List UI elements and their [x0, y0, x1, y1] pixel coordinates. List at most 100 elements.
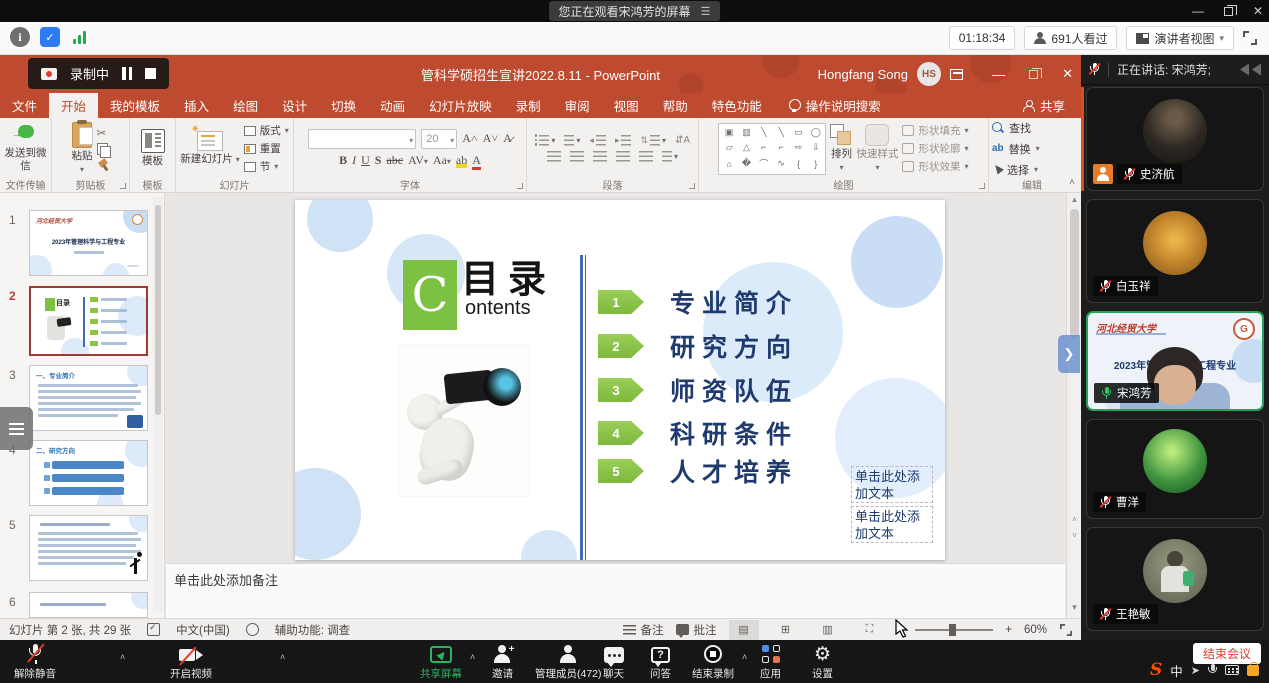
decrease-indent-button[interactable]: ◂ [589, 135, 606, 146]
ribbon-display-options-icon[interactable] [950, 69, 963, 80]
participant-tile-shijihang[interactable]: 史济航 [1086, 87, 1264, 191]
line-spacing-button[interactable]: ⇅▾ [640, 135, 666, 146]
view-mode-dropdown[interactable]: 演讲者视图 ▾ [1126, 26, 1234, 50]
tab-draw[interactable]: 绘图 [221, 93, 270, 118]
layout-button[interactable]: 版式▾ [244, 123, 289, 138]
change-case-button[interactable]: Aa▾ [433, 153, 451, 168]
font-size-input[interactable]: 20▾ [421, 129, 457, 149]
scroll-up-arrow[interactable]: ▲ [1067, 195, 1082, 204]
text-placeholder-2[interactable]: 单击此处添加文本 [851, 506, 933, 543]
thumbnail-scrollbar[interactable] [153, 197, 163, 613]
new-slide-button[interactable]: 新建幻灯片 ▾ [180, 121, 239, 177]
slide-thumbnail-2-selected[interactable]: 目录 [29, 286, 148, 356]
tab-review[interactable]: 审阅 [553, 93, 602, 118]
vertical-scrollbar[interactable]: ▲ ˄ ˅ ▼ [1066, 193, 1081, 618]
notes-pane[interactable]: 单击此处添加备注 [166, 563, 1065, 618]
align-center-button[interactable] [570, 151, 584, 162]
meeting-info-icon[interactable]: i [10, 27, 30, 47]
zoom-in-button[interactable]: + [1005, 624, 1012, 636]
zoom-out-button[interactable]: − [897, 624, 904, 636]
camera-person-image[interactable] [399, 346, 529, 496]
manage-members-button[interactable]: 管理成员(472) [535, 644, 602, 681]
bold-button[interactable]: B [339, 153, 347, 168]
grow-font-button[interactable]: A˄ [462, 131, 477, 146]
ime-arrow-icon[interactable]: ➤ [1191, 664, 1200, 677]
zoom-slider-thumb[interactable] [949, 624, 956, 636]
text-direction-button[interactable]: ⇵A [675, 135, 690, 146]
viewer-count-button[interactable]: 691人看过 [1024, 26, 1117, 50]
accessibility-status[interactable]: 辅助功能: 调查 [275, 622, 350, 638]
italic-button[interactable]: I [352, 153, 356, 168]
chat-button[interactable]: 聊天 [603, 644, 624, 681]
keyboard-icon[interactable] [1225, 665, 1239, 675]
slide-sorter-view-button[interactable]: ⊞ [771, 620, 801, 640]
highlight-button[interactable]: ab [456, 153, 467, 168]
normal-view-button[interactable]: ▤ [729, 620, 759, 640]
tab-slideshow[interactable]: 幻灯片放映 [417, 93, 504, 118]
record-options-chevron[interactable]: ˄ [742, 652, 747, 662]
slide-thumbnail-1[interactable]: 河北经贸大学 2023年管理科学与工程专业 [29, 210, 148, 276]
toc-item[interactable]: 5 人才培养 [598, 453, 798, 489]
share-options-chevron[interactable]: ˄ [470, 652, 475, 662]
template-button[interactable]: 模板 [141, 121, 165, 177]
scrollbar-thumb[interactable] [1070, 209, 1079, 339]
align-right-button[interactable] [593, 151, 607, 162]
ime-mic-icon[interactable] [1208, 664, 1217, 676]
account-area[interactable]: Hongfang Song HS [818, 55, 963, 93]
numbering-button[interactable]: ▾ [564, 135, 580, 146]
drawing-dialog-launcher[interactable] [979, 183, 985, 189]
arrange-button[interactable]: 排列▾ [830, 121, 852, 177]
justify-button[interactable] [616, 151, 630, 162]
comments-toggle[interactable]: 批注 [676, 622, 717, 638]
participant-tile-caoyang[interactable]: 曹洋 [1086, 419, 1264, 519]
tab-transitions[interactable]: 切换 [319, 93, 368, 118]
reset-button[interactable]: 重置 [244, 141, 281, 156]
tab-insert[interactable]: 插入 [172, 93, 221, 118]
ime-language-mode[interactable]: 中 [1170, 661, 1183, 680]
participant-tile-wangyanmin[interactable]: 王艳敏 [1086, 527, 1264, 631]
qa-button[interactable]: ? 问答 [650, 644, 671, 681]
toc-item[interactable]: 1 专业简介 [598, 284, 798, 320]
tab-special-features[interactable]: 特色功能 [700, 93, 774, 118]
font-color-button[interactable]: A [472, 153, 481, 168]
apps-button[interactable]: 应用 [760, 644, 781, 681]
toc-item[interactable]: 3 师资队伍 [598, 372, 798, 408]
tab-home[interactable]: 开始 [49, 93, 98, 118]
participant-tile-baiyuxiang[interactable]: 白玉祥 [1086, 199, 1264, 303]
notes-toggle[interactable]: 备注 [623, 622, 664, 638]
notes-placeholder[interactable]: 单击此处添加备注 [174, 570, 278, 589]
slide-thumbnail-4[interactable]: 二、研究方向 [29, 440, 148, 506]
video-options-chevron[interactable]: ˄ [280, 652, 285, 662]
sidebar-collapse-handle[interactable]: ❯ [1058, 335, 1080, 373]
toc-item[interactable]: 2 研究方向 [598, 328, 798, 364]
shape-effects-button[interactable]: 形状效果▾ [902, 159, 968, 174]
slide-title[interactable]: 目录 [461, 248, 555, 303]
banner-menu-icon[interactable]: ☰ [701, 5, 711, 18]
start-video-button[interactable]: 开启视频 [170, 644, 212, 681]
tab-design[interactable]: 设计 [270, 93, 319, 118]
window-restore-button[interactable] [1224, 7, 1233, 16]
pause-recording-button[interactable] [122, 67, 132, 80]
tab-file[interactable]: 文件 [0, 93, 49, 118]
account-avatar[interactable]: HS [917, 62, 941, 86]
clear-format-button[interactable]: A̷ [503, 131, 512, 146]
participant-tile-songhongfang[interactable]: 河北经贸大学 G 2023年管理科学与工程专业 宋鸿芳 [1086, 311, 1264, 411]
quick-styles-button[interactable]: 快速样式▾ [856, 121, 898, 177]
send-to-wechat-button[interactable]: 发送到微信 [2, 121, 50, 177]
slide-thumbnail-5[interactable] [29, 515, 148, 581]
fullscreen-icon[interactable] [1243, 31, 1257, 45]
invite-button[interactable]: + 邀请 [492, 644, 513, 681]
paste-button[interactable]: 粘贴▾ [72, 121, 93, 177]
ppt-restore-button[interactable] [1029, 70, 1038, 79]
replace-button[interactable]: ab替换▾ [992, 141, 1040, 157]
layout-switch-icon[interactable] [1240, 64, 1261, 76]
window-close-button[interactable]: ✕ [1253, 4, 1263, 18]
slideshow-view-button[interactable]: ⛶ [855, 620, 885, 640]
format-painter-button[interactable] [97, 159, 110, 172]
tab-animations[interactable]: 动画 [368, 93, 417, 118]
share-button[interactable]: 共享 [1007, 93, 1081, 118]
collapse-ribbon-button[interactable]: ˄ [1069, 177, 1075, 188]
copy-button[interactable] [97, 143, 110, 156]
next-slide-button[interactable]: ˅ [1067, 531, 1082, 540]
increase-indent-button[interactable]: ▸ [615, 135, 632, 146]
